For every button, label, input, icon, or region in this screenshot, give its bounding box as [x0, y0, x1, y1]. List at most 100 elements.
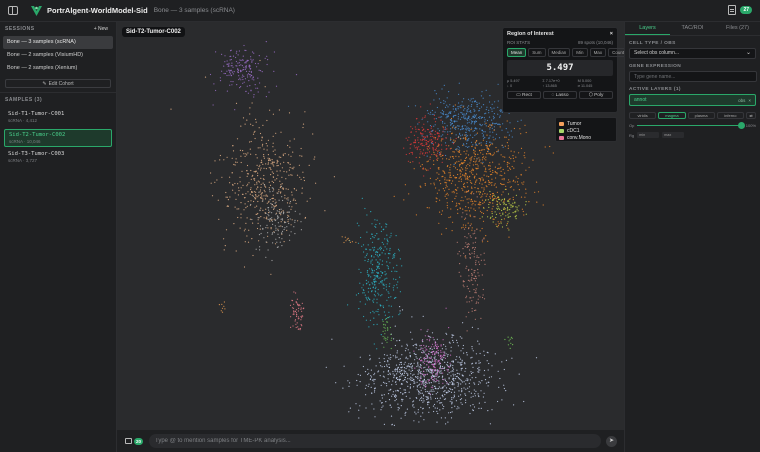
session-item[interactable]: Bone — 3 samples (scRNA)	[3, 36, 113, 49]
cell-point	[223, 65, 225, 67]
cell-point	[457, 113, 460, 115]
cell-point	[366, 282, 368, 284]
cell-point	[457, 187, 459, 189]
sidebar-toggle-icon[interactable]	[8, 6, 18, 15]
cell-point	[432, 385, 434, 387]
cmap-plasma-button[interactable]: plasma	[687, 112, 715, 119]
range-max-input[interactable]: max	[662, 132, 685, 138]
session-item[interactable]: Bone — 2 samples (Xenium)	[3, 62, 113, 75]
cell-point	[388, 389, 390, 391]
send-button[interactable]: ➤	[606, 435, 618, 447]
legend-label: conv.Mono	[567, 134, 592, 141]
chat-input[interactable]	[149, 434, 602, 448]
close-icon[interactable]: ×	[610, 31, 613, 37]
cell-point	[370, 369, 372, 371]
roi-tab-count[interactable]: Count	[608, 48, 624, 57]
cell-point	[453, 163, 455, 165]
roi-tab-mean[interactable]: Mean	[507, 48, 527, 57]
cell-point	[432, 147, 434, 149]
sample-item[interactable]: Sid-T2-Tumor-C002 scRNA · 10,046	[4, 129, 112, 147]
edit-cohort-button[interactable]: ✎ Edit Cohort	[5, 79, 111, 88]
active-layer-item[interactable]: annot obs ×	[629, 94, 756, 106]
cell-point	[520, 196, 523, 198]
cell-point	[395, 383, 397, 385]
cell-point	[468, 121, 470, 123]
cell-point	[466, 301, 468, 303]
legend-item[interactable]: conv.Mono	[559, 134, 613, 141]
cmap-inferno-button[interactable]: inferno	[716, 112, 744, 119]
slider-thumb[interactable]	[737, 121, 745, 129]
tab-tac-roi[interactable]: TAC/ROI	[670, 22, 715, 35]
cell-point	[471, 300, 473, 302]
close-icon[interactable]: ×	[748, 98, 751, 103]
poly-tool-button[interactable]: ⬡ Poly	[579, 91, 613, 99]
roi-tab-max[interactable]: Max	[589, 48, 607, 57]
sample-item[interactable]: Sid-T1-Tumor-C001 scRNA · 4,412	[4, 109, 112, 127]
cell-point	[407, 160, 409, 162]
tab-files[interactable]: Files (27)	[715, 22, 760, 35]
cell-point	[481, 274, 483, 276]
chat-icon[interactable]	[125, 438, 132, 444]
cell-point	[504, 188, 506, 190]
roi-tab-median[interactable]: Median	[547, 48, 571, 57]
legend-label: Tumor	[567, 120, 582, 127]
cell-point	[511, 337, 513, 339]
tab-layers[interactable]: Layers	[625, 22, 670, 35]
sample-item[interactable]: Sid-T3-Tumor-C003 scRNA · 3,727	[4, 149, 112, 167]
cell-point	[453, 394, 455, 396]
swap-icon[interactable]: ⇄	[746, 112, 756, 119]
cell-point	[419, 345, 421, 347]
cell-point	[434, 363, 437, 365]
opacity-slider[interactable]	[637, 121, 745, 129]
new-session-button[interactable]: + New	[91, 25, 111, 33]
cell-point	[263, 237, 265, 239]
cell-point	[474, 393, 476, 395]
cell-point	[465, 206, 467, 208]
cell-point	[489, 135, 491, 137]
cell-point	[419, 378, 422, 380]
cell-point	[289, 200, 292, 203]
layer-name: annot	[634, 97, 647, 103]
cell-point	[401, 354, 403, 356]
cell-point	[433, 118, 435, 120]
gene-search-input[interactable]	[629, 71, 757, 82]
cell-point	[437, 157, 439, 159]
cell-point	[278, 209, 281, 211]
cell-point	[503, 387, 505, 390]
cell-point	[465, 388, 467, 390]
cell-point	[453, 111, 455, 113]
cell-point	[364, 387, 367, 389]
cell-point	[464, 125, 466, 127]
obs-column-select[interactable]: Select obs column... ⌄	[629, 48, 756, 59]
cmap-magma-button[interactable]: magma	[658, 112, 686, 119]
rect-tool-button[interactable]: ▭ Rect	[507, 91, 541, 99]
cell-point	[458, 407, 460, 409]
cell-point	[473, 208, 475, 210]
cell-point	[513, 151, 515, 153]
cell-point	[226, 156, 228, 158]
range-min-input[interactable]: min	[637, 132, 660, 138]
cell-point	[266, 216, 268, 218]
legend-item[interactable]: Tumor	[559, 120, 613, 127]
cmap-viridis-button[interactable]: viridis	[629, 112, 657, 119]
cell-point	[278, 189, 280, 191]
cell-point	[415, 156, 417, 159]
cell-point	[237, 216, 239, 219]
session-item[interactable]: Bone — 2 samples (VisiumHD)	[3, 49, 113, 62]
cell-point	[390, 388, 392, 390]
legend-item[interactable]: cDC1	[559, 127, 613, 134]
cell-point	[269, 167, 272, 169]
cell-point	[433, 184, 435, 186]
lasso-tool-button[interactable]: ◌ Lasso	[543, 91, 577, 99]
files-icon[interactable]	[728, 5, 737, 15]
umap-canvas[interactable]: Sid-T2-Tumor-C002 Region of Interest × R…	[117, 22, 624, 430]
cell-point	[396, 350, 398, 352]
roi-tab-min[interactable]: Min	[572, 48, 588, 57]
cell-point	[423, 381, 425, 383]
cell-point	[401, 374, 403, 376]
cell-point	[453, 157, 455, 159]
notification-badge[interactable]: 27	[740, 6, 752, 14]
cell-point	[470, 392, 472, 394]
roi-tab-sum[interactable]: Sum	[528, 48, 546, 57]
cell-point	[371, 379, 374, 381]
